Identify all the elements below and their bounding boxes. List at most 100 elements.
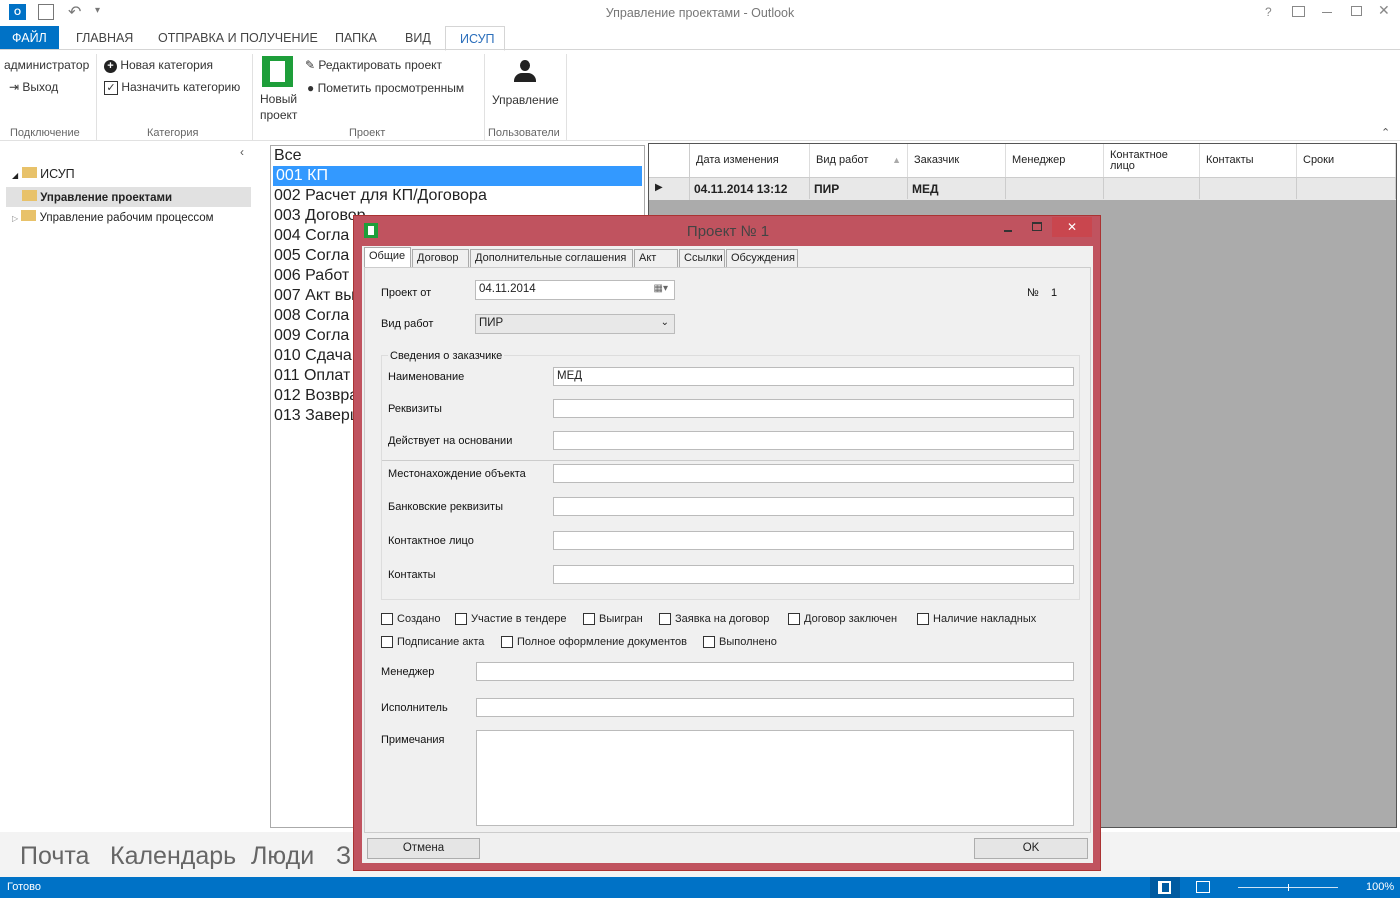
customer-field-input[interactable] — [553, 464, 1074, 483]
checkbox[interactable]: Полное оформление документов — [501, 636, 687, 648]
grid-column-header[interactable]: Контактное лицо — [1104, 144, 1200, 177]
collapse-ribbon-icon[interactable]: ⌃ — [1381, 126, 1390, 139]
grid-column-header[interactable]: Заказчик — [908, 144, 1006, 177]
collapse-pane-icon[interactable]: ‹ — [240, 145, 244, 159]
checkbox-label: Выигран — [599, 613, 643, 625]
dialog-tab[interactable]: Общие — [364, 247, 411, 267]
folder-root[interactable]: ◢ ИСУП — [12, 167, 75, 181]
manage-users-button[interactable]: Управление — [490, 58, 560, 108]
ribbon-separator — [484, 54, 485, 140]
dialog-tab[interactable]: Дополнительные соглашения — [470, 249, 633, 267]
new-category-button[interactable]: + Новая категория — [104, 58, 213, 73]
work-type-select[interactable]: ПИР ⌄ — [475, 314, 675, 334]
grid-column-header[interactable]: Вид работ ▲ — [810, 144, 908, 177]
checkbox-label: Договор заключен — [804, 613, 898, 625]
normal-view-icon[interactable] — [1150, 877, 1180, 898]
checkbox-box[interactable] — [788, 613, 800, 625]
notes-textarea[interactable] — [476, 730, 1074, 826]
calendar-icon[interactable]: ▦▾ — [654, 283, 668, 294]
dialog-tab[interactable]: Обсуждения — [726, 249, 798, 267]
checkbox-box[interactable] — [703, 636, 715, 648]
grid-column-header[interactable]: Дата изменения — [690, 144, 810, 177]
number-label: № — [1027, 287, 1039, 299]
grid-cell[interactable]: 04.11.2014 13:12 — [690, 178, 810, 199]
grid-column-header[interactable]: Менеджер — [1006, 144, 1104, 177]
checkbox-box[interactable] — [583, 613, 595, 625]
tab-home[interactable]: ГЛАВНАЯ — [62, 26, 147, 50]
dialog-maximize-button[interactable] — [1032, 222, 1042, 231]
grid-column-header[interactable]: Контакты — [1200, 144, 1297, 177]
checkbox[interactable]: Подписание акта — [381, 636, 484, 648]
checkbox[interactable]: Договор заключен — [788, 613, 897, 625]
checkbox[interactable]: Выигран — [583, 613, 643, 625]
checkbox-box[interactable] — [917, 613, 929, 625]
logout-button[interactable]: ⇥ Выход — [9, 80, 58, 94]
reading-view-icon[interactable] — [1196, 881, 1210, 893]
customer-field-input[interactable] — [553, 565, 1074, 584]
tab-view[interactable]: ВИД — [391, 26, 445, 50]
category-item[interactable]: 002 Расчет для КП/Договора — [271, 186, 644, 206]
checkbox[interactable]: Создано — [381, 613, 440, 625]
status-bar: Готово 100% — [0, 877, 1400, 898]
tab-isup[interactable]: ИСУП — [445, 26, 505, 51]
mark-viewed-button[interactable]: ● Пометить просмотренным — [307, 81, 464, 95]
nav-tasks[interactable]: З — [336, 842, 351, 871]
checkbox[interactable]: Заявка на договор — [659, 613, 769, 625]
checkbox-label: Выполнено — [719, 636, 777, 648]
status-text: Готово — [7, 881, 41, 893]
group-separator — [382, 460, 1079, 461]
checkbox-box[interactable] — [501, 636, 513, 648]
folder-item-project-management[interactable]: Управление проектами — [6, 187, 251, 207]
tab-send-receive[interactable]: ОТПРАВКА И ПОЛУЧЕНИЕ — [144, 26, 332, 50]
grid-column-header[interactable]: Сроки — [1297, 144, 1396, 177]
grid-cell[interactable]: МЕД — [908, 178, 1006, 199]
ok-button[interactable]: OK — [974, 838, 1088, 859]
checkbox-label: Полное оформление документов — [517, 636, 687, 648]
zoom-slider[interactable] — [1238, 884, 1338, 891]
project-date-picker[interactable]: 04.11.2014 ▦▾ — [475, 280, 675, 300]
grid-cell[interactable] — [1200, 178, 1297, 199]
customer-field-input[interactable]: МЕД — [553, 367, 1074, 386]
new-project-button[interactable]: Новый проект — [258, 56, 300, 126]
dialog-tab[interactable]: Ссылки — [679, 249, 725, 267]
checkbox-box[interactable] — [381, 613, 393, 625]
edit-project-button[interactable]: ✎ Редактировать проект — [305, 58, 442, 72]
folder-item-workflow[interactable]: ▷ Управление рабочим процессом — [12, 210, 214, 224]
customer-field-input[interactable] — [553, 431, 1074, 450]
customer-field-input[interactable] — [553, 531, 1074, 550]
manager-input[interactable] — [476, 662, 1074, 681]
grid-cell[interactable] — [1104, 178, 1200, 199]
executor-input[interactable] — [476, 698, 1074, 717]
customer-field-label: Банковские реквизиты — [388, 501, 503, 513]
dialog-tabs: Общие Договор Дополнительные соглашения Акт… — [364, 247, 804, 269]
checkbox[interactable]: Наличие накладных — [917, 613, 1036, 625]
dialog-tab[interactable]: Договор — [412, 249, 469, 267]
checkbox-box[interactable] — [381, 636, 393, 648]
dialog-body: Общие Договор Дополнительные соглашения Акт… — [362, 246, 1093, 863]
checkbox[interactable]: Участие в тендере — [455, 613, 566, 625]
grid-cell[interactable] — [1297, 178, 1396, 199]
category-item[interactable]: Все — [271, 146, 644, 166]
grid-cell[interactable]: ПИР — [810, 178, 908, 199]
dialog-minimize-button[interactable] — [1004, 230, 1012, 232]
grid-cell[interactable] — [1006, 178, 1104, 199]
ribbon-tabs: ФАЙЛ ГЛАВНАЯ ОТПРАВКА И ПОЛУЧЕНИЕ ПАПКА … — [0, 0, 1400, 51]
checkbox-box[interactable] — [455, 613, 467, 625]
checkbox-box[interactable] — [659, 613, 671, 625]
nav-people[interactable]: Люди — [251, 842, 314, 871]
assign-category-button[interactable]: ✓ Назначить категорию — [104, 80, 240, 95]
tab-folder[interactable]: ПАПКА — [321, 26, 391, 50]
nav-calendar[interactable]: Календарь — [110, 842, 236, 871]
checkbox[interactable]: Выполнено — [703, 636, 777, 648]
customer-field-input[interactable] — [553, 497, 1074, 516]
tab-file[interactable]: ФАЙЛ — [0, 26, 59, 50]
category-item[interactable]: 001 КП — [273, 166, 642, 186]
customer-field-input[interactable] — [553, 399, 1074, 418]
cancel-button[interactable]: Отмена — [367, 838, 480, 859]
plus-circle-icon: + — [104, 60, 117, 73]
zoom-level[interactable]: 100% — [1366, 881, 1394, 893]
dialog-close-button[interactable]: ✕ — [1052, 217, 1092, 237]
dialog-tab[interactable]: Акт — [634, 249, 678, 267]
nav-mail[interactable]: Почта — [20, 842, 89, 871]
lightbulb-icon: ● — [307, 81, 315, 95]
